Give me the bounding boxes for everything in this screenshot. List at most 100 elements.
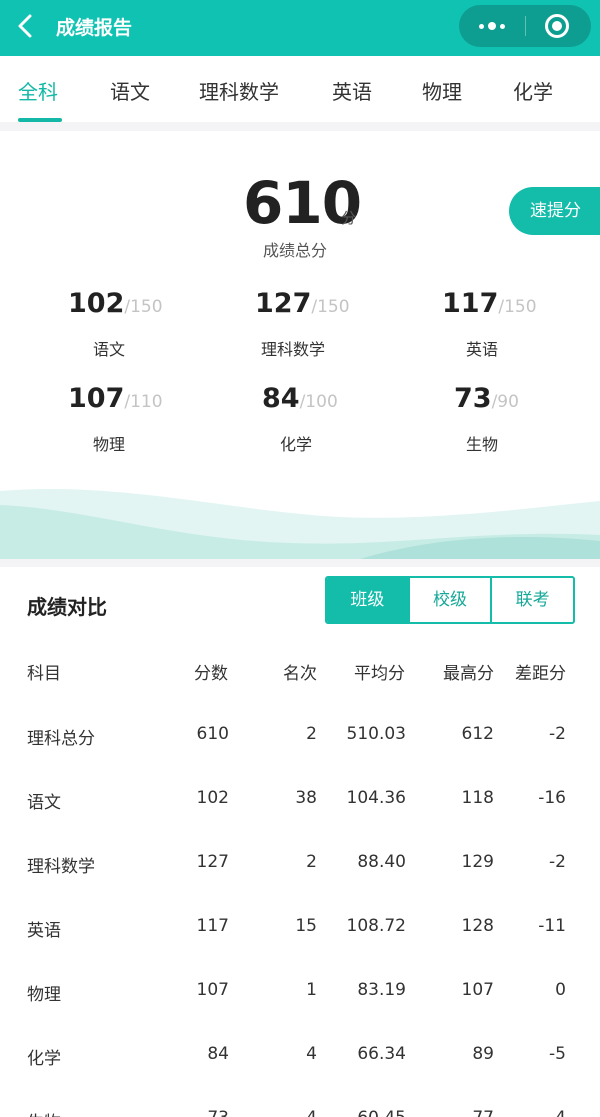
cell-rank: 4 xyxy=(306,1108,317,1117)
cell-highest: 128 xyxy=(461,916,494,936)
cell-average: 83.19 xyxy=(357,980,406,1000)
cell-rank: 2 xyxy=(306,852,317,872)
tab-all[interactable]: 全科 xyxy=(18,76,58,105)
table-row: 理科数学 127 2 88.40 129 -2 xyxy=(0,852,600,882)
subject-score: 127 xyxy=(255,288,312,319)
cell-average: 104.36 xyxy=(346,788,406,808)
subject-name: 化学 xyxy=(280,435,313,454)
page-title: 成绩报告 xyxy=(56,17,133,39)
subject-score: 107 xyxy=(68,383,125,414)
cell-score: 107 xyxy=(196,980,229,1000)
cell-average: 510.03 xyxy=(346,724,406,744)
decorative-wave xyxy=(0,488,600,559)
table-header: 科目 分数 名次 平均分 最高分 差距分 xyxy=(0,659,600,689)
top-bar: 成绩报告 xyxy=(0,0,600,56)
quick-improve-button[interactable]: 速提分 xyxy=(509,187,600,235)
subject-score: 84 xyxy=(262,383,300,414)
subject-name: 语文 xyxy=(93,340,126,359)
table-row: 生物 73 4 60.45 77 -4 xyxy=(0,1108,600,1117)
cell-highest: 89 xyxy=(472,1044,494,1064)
cell-rank: 4 xyxy=(306,1044,317,1064)
column-header: 平均分 xyxy=(354,664,405,684)
tab-chinese[interactable]: 语文 xyxy=(110,76,150,105)
subject-tabs: 全科 语文 理科数学 英语 物理 化学 xyxy=(0,56,600,122)
score-summary: 610 分 成绩总分 速提分 102/150 语文 127/150 理科数学 1… xyxy=(0,131,600,559)
table-row: 化学 84 4 66.34 89 -5 xyxy=(0,1044,600,1074)
mini-program-capsule xyxy=(459,5,591,47)
more-dots-icon xyxy=(479,22,505,30)
cell-score: 127 xyxy=(196,852,229,872)
cell-average: 60.45 xyxy=(357,1108,406,1117)
subject-name: 理科数学 xyxy=(261,340,326,359)
tab-physics[interactable]: 物理 xyxy=(422,76,462,105)
table-row: 英语 117 15 108.72 128 -11 xyxy=(0,916,600,946)
tab-chemistry[interactable]: 化学 xyxy=(513,76,553,105)
subject-name: 生物 xyxy=(466,435,499,454)
back-button[interactable] xyxy=(12,10,40,42)
total-score-label: 成绩总分 xyxy=(263,241,328,260)
column-header: 差距分 xyxy=(515,664,566,684)
cell-gap: -2 xyxy=(549,852,566,872)
tab-math[interactable]: 理科数学 xyxy=(199,76,279,105)
column-header: 名次 xyxy=(283,664,317,684)
comparison-scope-toggle: 班级 校级 联考 xyxy=(325,576,575,624)
cell-subject: 化学 xyxy=(27,1049,61,1069)
table-row: 物理 107 1 83.19 107 0 xyxy=(0,980,600,1010)
subject-full-score: /100 xyxy=(299,392,338,412)
cell-average: 88.40 xyxy=(357,852,406,872)
subject-full-score: /110 xyxy=(124,392,163,412)
section-title: 成绩对比 xyxy=(27,595,107,619)
cell-score: 102 xyxy=(196,788,229,808)
active-tab-indicator xyxy=(18,118,62,122)
subject-score: 117 xyxy=(442,288,499,319)
cell-score: 84 xyxy=(207,1044,229,1064)
cell-highest: 107 xyxy=(461,980,494,1000)
capsule-divider xyxy=(525,16,526,36)
total-score-unit: 分 xyxy=(341,209,357,227)
score-comparison: 成绩对比 班级 校级 联考 科目 分数 名次 平均分 最高分 差距分 理科总分 … xyxy=(0,567,600,1117)
cell-subject: 理科数学 xyxy=(27,857,95,877)
subject-full-score: /150 xyxy=(124,297,163,317)
cell-highest: 118 xyxy=(461,788,494,808)
subject-score: 102 xyxy=(68,288,125,319)
cell-rank: 15 xyxy=(295,916,317,936)
cell-highest: 129 xyxy=(461,852,494,872)
cell-subject: 物理 xyxy=(27,985,61,1005)
cell-highest: 77 xyxy=(472,1108,494,1117)
subject-name: 物理 xyxy=(93,435,126,454)
tab-english[interactable]: 英语 xyxy=(332,76,372,105)
cell-subject: 英语 xyxy=(27,921,61,941)
cell-subject: 理科总分 xyxy=(27,729,95,749)
cell-rank: 2 xyxy=(306,724,317,744)
subject-full-score: /150 xyxy=(311,297,350,317)
subject-name: 英语 xyxy=(466,340,499,359)
cell-rank: 38 xyxy=(295,788,317,808)
cell-gap: -2 xyxy=(549,724,566,744)
subject-full-score: /150 xyxy=(498,297,537,317)
cell-gap: 0 xyxy=(555,980,566,1000)
cell-highest: 612 xyxy=(461,724,494,744)
cell-subject: 生物 xyxy=(27,1108,61,1117)
cell-average: 108.72 xyxy=(346,916,406,936)
cell-gap: -11 xyxy=(538,916,566,936)
cell-gap: -4 xyxy=(549,1108,566,1117)
capsule-close-icon[interactable] xyxy=(545,14,569,38)
cell-subject: 语文 xyxy=(27,793,61,813)
cell-score: 117 xyxy=(196,916,229,936)
segment-joint-exam[interactable]: 联考 xyxy=(490,578,573,622)
segment-class[interactable]: 班级 xyxy=(327,578,408,622)
more-button[interactable] xyxy=(459,5,525,47)
cell-score: 610 xyxy=(196,724,229,744)
cell-gap: -16 xyxy=(538,788,566,808)
cell-rank: 1 xyxy=(306,980,317,1000)
cell-score: 73 xyxy=(207,1108,229,1117)
cell-gap: -5 xyxy=(549,1044,566,1064)
column-header: 分数 xyxy=(194,664,228,684)
table-row: 理科总分 610 2 510.03 612 -2 xyxy=(0,724,600,754)
chevron-left-icon xyxy=(18,14,32,38)
segment-school[interactable]: 校级 xyxy=(407,578,491,622)
column-header: 科目 xyxy=(27,664,61,684)
cell-average: 66.34 xyxy=(357,1044,406,1064)
column-header: 最高分 xyxy=(443,664,494,684)
subject-full-score: /90 xyxy=(491,392,519,412)
